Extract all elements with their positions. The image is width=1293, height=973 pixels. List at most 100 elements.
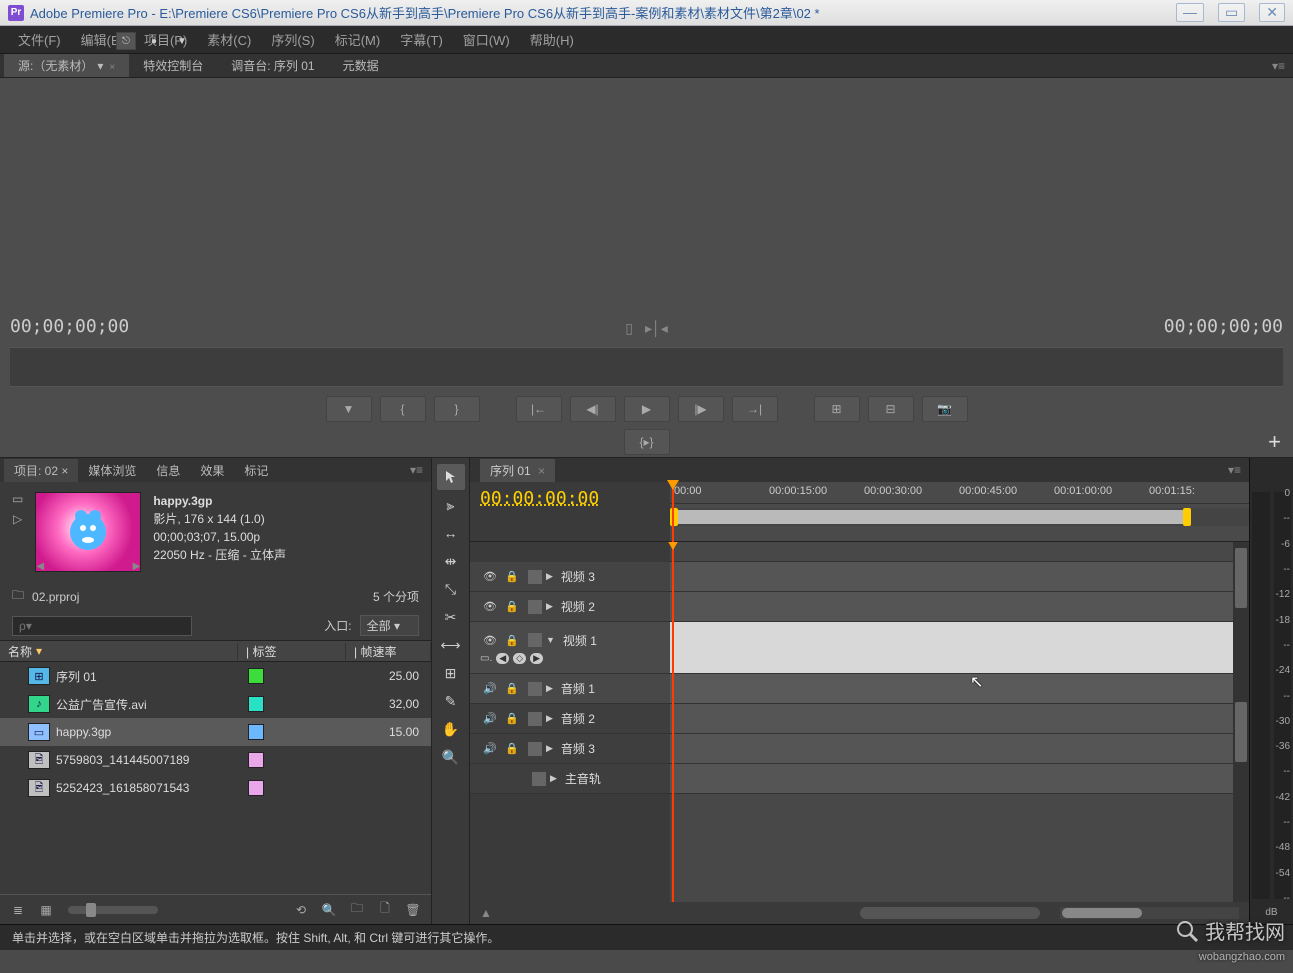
track-v2-content[interactable] [670, 592, 1249, 622]
in-select[interactable]: 全部 ▾ [360, 615, 419, 636]
selection-tool[interactable] [437, 464, 465, 490]
hand-tool[interactable]: ✋ [437, 716, 465, 742]
track-target[interactable] [528, 633, 542, 647]
track-header-a1[interactable]: 🔊 🔒 ▶ 音频 1 [470, 674, 670, 704]
rate-stretch-tool[interactable]: ⤡ [437, 576, 465, 602]
track-target[interactable] [528, 712, 542, 726]
new-item-button[interactable]: 🗋 [373, 899, 397, 921]
icon-view-button[interactable]: ▦ [34, 899, 58, 921]
track-a2-content[interactable] [670, 704, 1249, 734]
lock-icon[interactable]: 🔒 [502, 598, 522, 616]
column-name[interactable]: 名称 ▾ [0, 643, 238, 660]
step-forward-button[interactable]: |▶ [678, 396, 724, 422]
add-button[interactable]: + [1268, 429, 1281, 455]
marker-visibility-button[interactable]: ● [144, 32, 164, 50]
monitor-scrub-bar[interactable] [10, 347, 1283, 387]
eye-icon[interactable]: 👁 [480, 631, 500, 649]
chevron-right-icon[interactable]: ▶ [546, 683, 553, 694]
set-out-button[interactable]: } [434, 396, 480, 422]
row-label-swatch[interactable] [248, 780, 264, 796]
project-row[interactable]: ♪ 公益广告宣传.avi 32,00 [0, 690, 431, 718]
mark-in-button[interactable]: ▼ [326, 396, 372, 422]
track-v1-content[interactable] [670, 622, 1249, 674]
track-target[interactable] [528, 600, 542, 614]
timeline-zoom-slider[interactable] [860, 907, 1040, 919]
timeline-ruler-area[interactable]: 00:0000:00:15:0000:00:30:0000:00:45:0000… [670, 482, 1249, 541]
row-label-swatch[interactable] [248, 752, 264, 768]
track-header-v2[interactable]: 👁 🔒 ▶ 视频 2 [470, 592, 670, 622]
tab-metadata[interactable]: 元数据 [329, 54, 393, 77]
track-header-v1[interactable]: 👁 🔒 ▼ 视频 1 ▭. ◀ ◇ ▶ [470, 622, 670, 674]
chevron-right-icon[interactable]: ▶ [546, 571, 553, 582]
project-row[interactable]: ▭ happy.3gp 15.00 [0, 718, 431, 746]
minimize-button[interactable]: — [1176, 3, 1204, 22]
tab-markers[interactable]: 标记 [234, 459, 278, 482]
tab-effect-controls[interactable]: 特效控制台 [129, 54, 217, 77]
project-panel-menu-icon[interactable]: ▾≡ [402, 463, 431, 477]
chevron-right-icon[interactable]: ▶ [546, 743, 553, 754]
chevron-right-icon[interactable]: ▶ [546, 601, 553, 612]
step-back-button[interactable]: ◀| [570, 396, 616, 422]
tab-project[interactable]: 项目: 02 × [4, 459, 78, 482]
timeline-horizontal-scrollbar[interactable] [1060, 907, 1239, 919]
add-marker-button[interactable]: ▼ [172, 32, 192, 50]
razor-tool[interactable]: ✂ [437, 604, 465, 630]
thumbnail-size-slider[interactable] [68, 906, 158, 914]
lock-icon[interactable]: 🔒 [502, 631, 522, 649]
menu-window[interactable]: 窗口(W) [455, 26, 518, 53]
track-header-a2[interactable]: 🔊 🔒 ▶ 音频 2 [470, 704, 670, 734]
row-label-swatch[interactable] [248, 668, 264, 684]
slip-tool[interactable]: ⟷ [437, 632, 465, 658]
insert-button[interactable]: ⊞ [814, 396, 860, 422]
lock-icon[interactable]: 🔒 [502, 680, 522, 698]
new-bin-button[interactable]: 🗀 [345, 899, 369, 921]
tab-source[interactable]: 源:（无素材）▾× [4, 54, 129, 77]
track-header-a3[interactable]: 🔊 🔒 ▶ 音频 3 [470, 734, 670, 764]
tab-effects[interactable]: 效果 [190, 459, 234, 482]
monitor-viewport[interactable]: 00;00;00;00 ▯ ▸│◂ 00;00;00;00 [0, 78, 1293, 343]
search-input[interactable] [12, 616, 192, 636]
project-row[interactable]: 🖻 5759803_141445007189 [0, 746, 431, 774]
tab-media-browser[interactable]: 媒体浏览 [78, 459, 146, 482]
work-area-bar[interactable] [670, 508, 1249, 526]
play-button[interactable]: ▶ [624, 396, 670, 422]
timeline-current-timecode[interactable]: 00:00:00:00 [480, 488, 660, 509]
chevron-right-icon[interactable]: ▶ [550, 773, 557, 784]
menu-clip[interactable]: 素材(C) [199, 26, 259, 53]
row-label-swatch[interactable] [248, 724, 264, 740]
snap-button[interactable]: ⎋ [116, 32, 136, 50]
set-in-button[interactable]: { [380, 396, 426, 422]
chevron-down-icon[interactable]: ▼ [546, 635, 555, 645]
rolling-edit-tool[interactable]: ⇹ [437, 548, 465, 574]
project-row[interactable]: 🖻 5252423_161858071543 [0, 774, 431, 802]
track-target[interactable] [532, 772, 546, 786]
monitor-timecode-out[interactable]: 00;00;00;00 [1164, 316, 1283, 337]
speaker-icon[interactable]: 🔊 [480, 710, 500, 728]
panel-menu-icon[interactable]: ▾≡ [1264, 59, 1293, 73]
track-target[interactable] [528, 742, 542, 756]
eye-icon[interactable]: 👁 [480, 568, 500, 586]
menu-title[interactable]: 字幕(T) [392, 26, 451, 53]
find-button[interactable]: 🔍 [317, 899, 341, 921]
column-framerate[interactable]: | 帧速率 [346, 643, 431, 660]
track-target[interactable] [528, 682, 542, 696]
tab-info[interactable]: 信息 [146, 459, 190, 482]
ripple-edit-tool[interactable]: ↔ [437, 520, 465, 546]
keyframe-add-icon[interactable]: ◇ [513, 653, 526, 664]
poster-frame-icon[interactable]: ▭ [12, 492, 23, 506]
slide-tool[interactable]: ⊞ [437, 660, 465, 686]
project-row[interactable]: ⊞ 序列 01 25.00 [0, 662, 431, 690]
export-frame-button[interactable]: 📷 [922, 396, 968, 422]
clear-button[interactable]: 🗑 [401, 899, 425, 921]
row-label-swatch[interactable] [248, 696, 264, 712]
safe-margins-icon[interactable]: ▸│◂ [645, 320, 668, 337]
close-button[interactable]: ✕ [1259, 3, 1285, 22]
lock-icon[interactable]: 🔒 [502, 568, 522, 586]
go-to-in-button[interactable]: |← [516, 396, 562, 422]
speaker-icon[interactable]: 🔊 [480, 740, 500, 758]
speaker-icon[interactable]: 🔊 [480, 680, 500, 698]
keyframe-mode-icon[interactable]: ▭. [480, 653, 492, 664]
lock-icon[interactable]: 🔒 [502, 740, 522, 758]
clip-thumbnail[interactable]: ◀ ▶ [35, 492, 141, 572]
keyframe-next-icon[interactable]: ▶ [530, 653, 543, 664]
